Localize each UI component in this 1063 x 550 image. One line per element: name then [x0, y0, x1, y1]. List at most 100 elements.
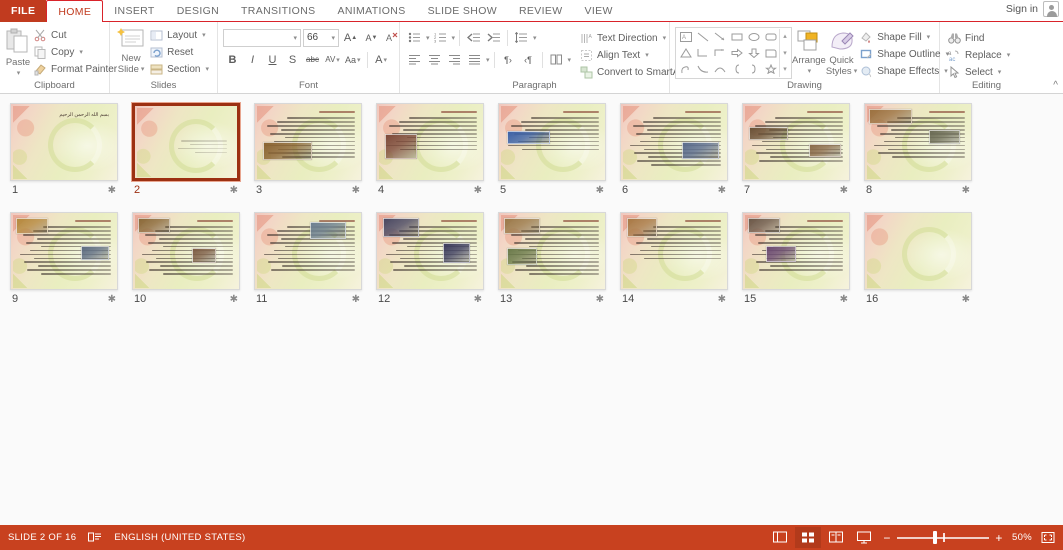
slide-thumbnail-7[interactable] — [742, 103, 850, 181]
layout-button[interactable]: Layout ▾ — [147, 27, 212, 43]
tab-design[interactable]: DESIGN — [166, 0, 230, 22]
chevron-down-icon[interactable]: ▾ — [141, 64, 145, 75]
left-brace-icon[interactable] — [728, 61, 745, 77]
italic-button[interactable]: I — [243, 50, 262, 69]
language-indicator[interactable]: ENGLISH (UNITED STATES) — [114, 532, 245, 543]
section-button[interactable]: Section ▾ — [147, 61, 212, 77]
chevron-down-icon[interactable]: ▾ — [79, 48, 83, 56]
tab-animations[interactable]: ANIMATIONS — [327, 0, 417, 22]
slide-thumbnail-item[interactable]: 6 ✱ — [620, 103, 742, 196]
bullets-button[interactable] — [405, 28, 424, 47]
chevron-down-icon[interactable]: ▾ — [533, 34, 537, 42]
animation-star-icon[interactable]: ✱ — [230, 185, 238, 196]
change-case-button[interactable]: Aa ▾ — [343, 50, 363, 69]
tab-file[interactable]: FILE — [0, 0, 47, 22]
arrow-shape-icon[interactable] — [711, 29, 728, 45]
animation-star-icon[interactable]: ✱ — [108, 294, 116, 305]
justify-button[interactable] — [465, 50, 484, 69]
tab-view[interactable]: VIEW — [574, 0, 624, 22]
slide-thumbnail-item[interactable]: 16 ✱ — [864, 212, 986, 305]
tab-insert[interactable]: INSERT — [103, 0, 165, 22]
zoom-slider[interactable] — [897, 527, 989, 548]
slide-thumbnail-11[interactable] — [254, 212, 362, 290]
rounded-rectangle-shape-icon[interactable] — [762, 29, 779, 45]
animation-star-icon[interactable]: ✱ — [962, 294, 970, 305]
new-slide-button[interactable]: New Slide ▾ — [115, 25, 147, 75]
chevron-down-icon[interactable]: ▾ — [202, 31, 206, 39]
animation-star-icon[interactable]: ✱ — [718, 294, 726, 305]
slide-thumbnail-8[interactable] — [864, 103, 972, 181]
shapes-scroll-up-icon[interactable]: ▴ — [781, 29, 789, 44]
animation-star-icon[interactable]: ✱ — [840, 185, 848, 196]
reading-view-button[interactable] — [823, 527, 849, 548]
chevron-down-icon[interactable]: ▾ — [568, 56, 572, 64]
quick-styles-button[interactable]: Quick Styles ▾ — [826, 27, 857, 77]
shapes-scroll-down-icon[interactable]: ▾ — [781, 46, 789, 61]
notes-icon[interactable] — [88, 531, 102, 544]
replace-button[interactable]: a ac Replace ▾ — [945, 47, 1013, 63]
slide-thumbnail-item[interactable]: 4 ✱ — [376, 103, 498, 196]
collapse-ribbon-button[interactable]: ^ — [1053, 80, 1058, 91]
rectangle-shape-icon[interactable] — [728, 29, 745, 45]
animation-star-icon[interactable]: ✱ — [352, 185, 360, 196]
slide-thumbnail-item[interactable]: 7 ✱ — [742, 103, 864, 196]
slide-thumbnail-item[interactable]: 10 ✱ — [132, 212, 254, 305]
slide-thumbnail-4[interactable] — [376, 103, 484, 181]
shape-fill-button[interactable]: Shape Fill ▾ — [857, 29, 952, 45]
curve-shape-icon[interactable] — [694, 61, 711, 77]
slide-thumbnail-15[interactable] — [742, 212, 850, 290]
elbow-arrow-connector-icon[interactable] — [711, 45, 728, 61]
zoom-out-button[interactable]: − — [879, 527, 895, 548]
slide-thumbnail-6[interactable] — [620, 103, 728, 181]
slide-thumbnail-13[interactable] — [498, 212, 606, 290]
slide-thumbnail-9[interactable] — [10, 212, 118, 290]
slide-thumbnail-item[interactable]: 12 ✱ — [376, 212, 498, 305]
slide-thumbnail-item[interactable]: 15 ✱ — [742, 212, 864, 305]
line-shape-icon[interactable] — [694, 29, 711, 45]
elbow-connector-icon[interactable] — [694, 45, 711, 61]
chevron-down-icon[interactable]: ▾ — [486, 56, 490, 64]
chevron-down-icon[interactable]: ▾ — [205, 65, 209, 73]
arrange-button[interactable]: Arrange ▾ — [792, 27, 826, 77]
animation-star-icon[interactable]: ✱ — [474, 185, 482, 196]
line-spacing-button[interactable] — [512, 28, 531, 47]
star-shape-icon[interactable] — [762, 61, 779, 77]
columns-button[interactable] — [547, 50, 566, 69]
chevron-down-icon[interactable]: ▾ — [357, 56, 361, 64]
slide-thumbnail-3[interactable] — [254, 103, 362, 181]
numbering-button[interactable]: 123 — [431, 28, 450, 47]
slide-thumbnail-item[interactable]: 11 ✱ — [254, 212, 376, 305]
slide-thumbnail-item[interactable]: 5 ✱ — [498, 103, 620, 196]
animation-star-icon[interactable]: ✱ — [596, 294, 604, 305]
chevron-down-icon[interactable]: ▾ — [426, 34, 430, 42]
tab-review[interactable]: REVIEW — [508, 0, 574, 22]
animation-star-icon[interactable]: ✱ — [108, 185, 116, 196]
slide-sorter-workspace[interactable]: بسم الله الرحمن الرحيم 1 ✱ 2 ✱ 3 ✱ 4 ✱ 5 ✱ 6 ✱ 7 ✱ 8 ✱ 9 ✱… — [0, 95, 1063, 525]
animation-star-icon[interactable]: ✱ — [352, 294, 360, 305]
slide-counter[interactable]: SLIDE 2 OF 16 — [8, 532, 76, 543]
tab-slide-show[interactable]: SLIDE SHOW — [417, 0, 508, 22]
chevron-down-icon[interactable]: ▾ — [808, 66, 812, 77]
right-arrow-block-icon[interactable] — [728, 45, 745, 61]
chevron-down-icon[interactable]: ▾ — [383, 56, 387, 64]
chevron-down-icon[interactable]: ▾ — [998, 68, 1002, 76]
reset-button[interactable]: Reset — [147, 44, 212, 60]
tab-transitions[interactable]: TRANSITIONS — [230, 0, 326, 22]
zoom-slider-handle[interactable] — [933, 531, 937, 544]
find-button[interactable]: Find — [945, 30, 1013, 46]
align-center-button[interactable] — [425, 50, 444, 69]
tab-home[interactable]: HOME — [46, 0, 104, 23]
flowchart-shape-icon[interactable] — [762, 45, 779, 61]
select-button[interactable]: Select ▾ — [945, 64, 1013, 80]
shapes-more-icon[interactable]: ▾ — [781, 62, 789, 77]
slide-thumbnail-item[interactable]: 14 ✱ — [620, 212, 742, 305]
font-name-input[interactable]: ▾ — [223, 28, 301, 47]
down-arrow-block-icon[interactable] — [745, 45, 762, 61]
slide-thumbnail-item[interactable]: 8 ✱ — [864, 103, 986, 196]
slide-thumbnail-12[interactable] — [376, 212, 484, 290]
chevron-down-icon[interactable]: ▾ — [1007, 51, 1011, 59]
copy-button[interactable]: Copy ▾ — [31, 44, 120, 60]
shapes-gallery[interactable]: A ▴ ▾ ▾ — [675, 27, 792, 79]
ellipse-shape-icon[interactable] — [745, 29, 762, 45]
triangle-shape-icon[interactable] — [677, 45, 694, 61]
